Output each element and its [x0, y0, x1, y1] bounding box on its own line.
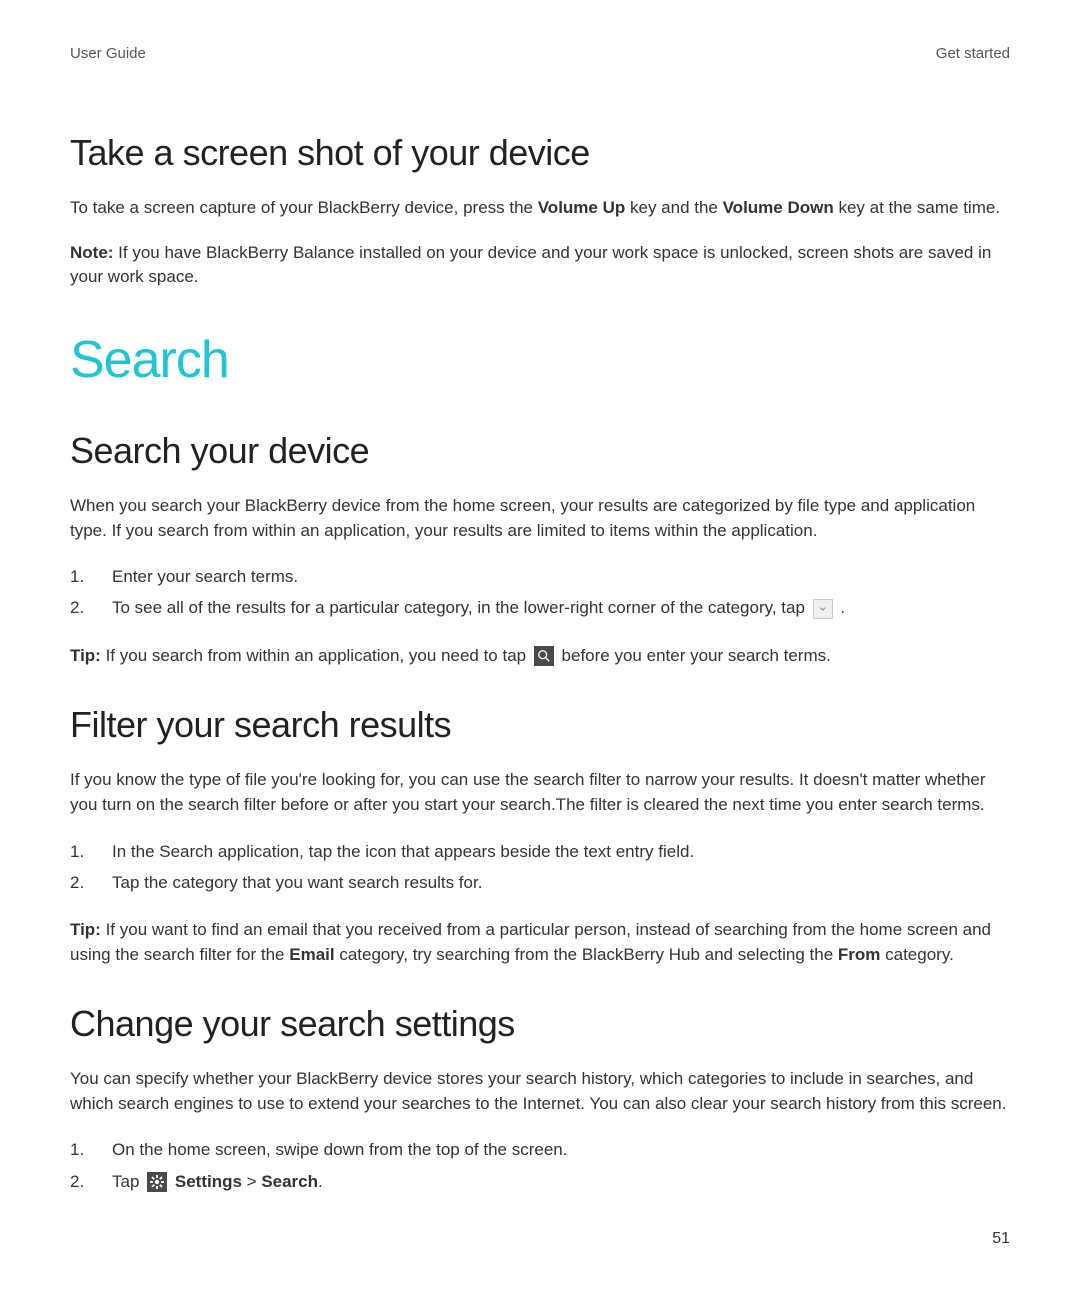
search-device-steps: Enter your search terms. To see all of t… [70, 563, 1010, 621]
section-screenshot: Take a screen shot of your device To tak… [70, 132, 1010, 290]
section-change-settings: Change your search settings You can spec… [70, 1003, 1010, 1195]
screenshot-note: Note: If you have BlackBerry Balance ins… [70, 241, 1010, 290]
change-settings-steps: On the home screen, swipe down from the … [70, 1136, 1010, 1194]
search-device-step-2: To see all of the results for a particul… [70, 594, 1010, 621]
section-filter: Filter your search results If you know t… [70, 704, 1010, 967]
page-number: 51 [992, 1230, 1010, 1248]
screenshot-paragraph-1: To take a screen capture of your BlackBe… [70, 196, 1010, 221]
search-device-heading: Search your device [70, 430, 1010, 472]
change-settings-step-2: Tap Settings > Search. [70, 1168, 1010, 1195]
change-settings-step-1: On the home screen, swipe down from the … [70, 1136, 1010, 1163]
search-device-intro: When you search your BlackBerry device f… [70, 494, 1010, 543]
major-heading-search: Search [70, 330, 1010, 390]
expand-icon [813, 599, 833, 619]
filter-tip: Tip: If you want to find an email that y… [70, 918, 1010, 967]
filter-step-2: Tap the category that you want search re… [70, 869, 1010, 896]
section-search-device: Search your device When you search your … [70, 430, 1010, 668]
header-left-label: User Guide [70, 45, 146, 62]
search-icon [534, 646, 554, 666]
header-right-label: Get started [936, 45, 1010, 62]
change-settings-heading: Change your search settings [70, 1003, 1010, 1045]
document-page: User Guide Get started Take a screen sho… [0, 0, 1080, 1281]
change-settings-intro: You can specify whether your BlackBerry … [70, 1067, 1010, 1116]
page-header: User Guide Get started [70, 45, 1010, 62]
gear-icon [147, 1172, 167, 1192]
filter-intro: If you know the type of file you're look… [70, 768, 1010, 817]
filter-step-1: In the Search application, tap the icon … [70, 838, 1010, 865]
filter-steps: In the Search application, tap the icon … [70, 838, 1010, 896]
filter-heading: Filter your search results [70, 704, 1010, 746]
screenshot-heading: Take a screen shot of your device [70, 132, 1010, 174]
search-device-step-1: Enter your search terms. [70, 563, 1010, 590]
search-device-tip: Tip: If you search from within an applic… [70, 644, 1010, 669]
